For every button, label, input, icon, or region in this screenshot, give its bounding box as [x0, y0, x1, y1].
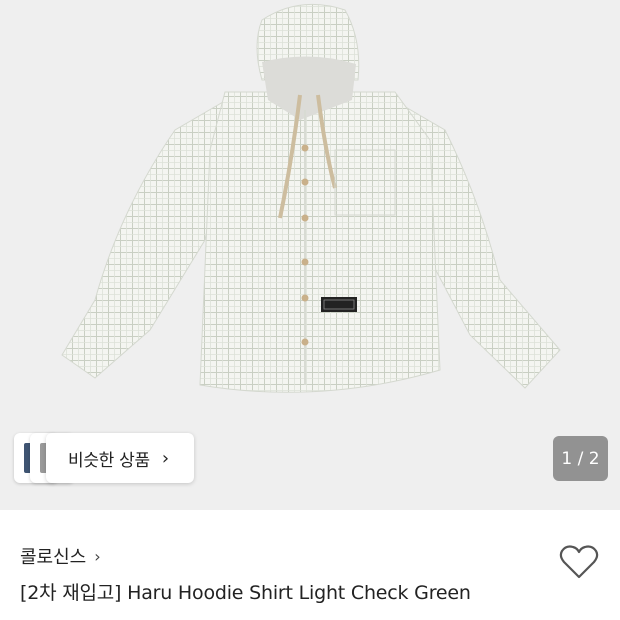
similar-products[interactable]: 비슷한 상품 › — [14, 433, 194, 483]
brand-name: 콜로신스 — [20, 547, 87, 568]
chevron-right-icon: › — [94, 546, 101, 566]
brand-link[interactable]: 콜로신스 › — [20, 540, 560, 572]
product-info: 콜로신스 › [2차 재입고] Haru Hoodie Shirt Light … — [20, 540, 560, 605]
similar-products-button[interactable]: 비슷한 상품 › — [46, 433, 194, 483]
heart-icon[interactable] — [558, 543, 600, 581]
product-title: [2차 재입고] Haru Hoodie Shirt Light Check G… — [20, 582, 471, 604]
similar-products-label: 비슷한 상품 — [68, 450, 150, 471]
chevron-right-icon: › — [161, 447, 169, 469]
image-counter: 1 / 2 — [553, 436, 608, 481]
